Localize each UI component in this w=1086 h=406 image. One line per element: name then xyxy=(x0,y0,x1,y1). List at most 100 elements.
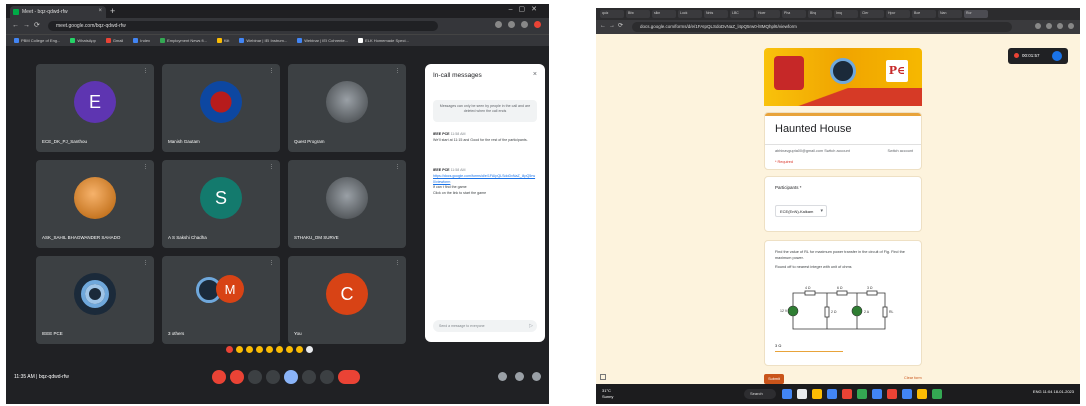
browser-tab[interactable]: quiz xyxy=(600,10,624,18)
app-icon[interactable] xyxy=(857,389,867,399)
bookmark-item[interactable]: ELK Homemade Speci... xyxy=(358,38,409,43)
more-options-icon[interactable]: ⋮ xyxy=(143,68,148,74)
form-link[interactable]: https://docs.google.com/forms/d/e/1FAIpQ… xyxy=(433,174,535,184)
profile-avatar-icon[interactable] xyxy=(534,21,541,28)
extensions-icon[interactable] xyxy=(1068,23,1074,29)
browser-tab[interactable]: Nan xyxy=(938,10,962,18)
people-icon[interactable] xyxy=(515,372,524,381)
more-options-icon[interactable] xyxy=(320,370,334,384)
new-tab-icon[interactable]: + xyxy=(110,6,115,16)
end-call-button[interactable] xyxy=(338,370,360,384)
submit-button[interactable]: Submit xyxy=(764,374,784,384)
browser-tab-active[interactable]: Ror xyxy=(964,10,988,18)
share-icon[interactable] xyxy=(495,21,502,28)
participants-select[interactable]: ECE(EnN)-Kalkam ▾ xyxy=(775,205,827,217)
participant-tile[interactable]: ⋮ IEEE PCE xyxy=(36,256,154,344)
thumbs-up-reaction-icon[interactable] xyxy=(236,346,243,353)
present-icon[interactable] xyxy=(284,370,298,384)
app-icon[interactable] xyxy=(902,389,912,399)
bookmark-item[interactable]: Webinar | IEI Cohrente... xyxy=(297,38,348,43)
file-explorer-icon[interactable] xyxy=(812,389,822,399)
participant-tile[interactable]: ⋮ C You xyxy=(288,256,406,344)
weather-widget[interactable]: 31°C Sunny xyxy=(602,388,613,399)
close-tab-icon[interactable]: × xyxy=(98,8,102,14)
browser-tab[interactable]: Hoer xyxy=(756,10,780,18)
app-icon[interactable] xyxy=(872,389,882,399)
browser-tab[interactable]: Hpcr xyxy=(886,10,910,18)
browser-tab[interactable]: Lock xyxy=(678,10,702,18)
bookmark-item[interactable]: Kiit xyxy=(216,38,229,43)
taskbar-search[interactable]: Search xyxy=(744,389,776,399)
url-input[interactable]: docs.google.com/forms/d/e/1FAIpQLSdoDvNa… xyxy=(632,22,1012,32)
surprised-reaction-icon[interactable] xyxy=(276,346,283,353)
browser-tab[interactable]: Pha xyxy=(782,10,806,18)
more-options-icon[interactable]: ⋮ xyxy=(143,164,148,170)
more-options-icon[interactable]: ⋮ xyxy=(269,260,274,266)
app-icon[interactable] xyxy=(932,389,942,399)
window-controls[interactable]: –▢✕ xyxy=(509,5,543,13)
browser-tab-meet[interactable]: Meet - bqz-qdwd-rfw × xyxy=(10,6,106,18)
bookmark-item[interactable]: PBM College of Eng... xyxy=(14,38,60,43)
more-options-icon[interactable]: ⋮ xyxy=(395,164,400,170)
edge-icon[interactable] xyxy=(827,389,837,399)
url-input[interactable]: meet.google.com/bqz-qdwd-rfw xyxy=(48,21,438,31)
browser-tab[interactable]: Imq xyxy=(834,10,858,18)
bookmark-item[interactable]: Index xyxy=(133,38,150,43)
chat-input[interactable]: Send a message to everyone ▷ xyxy=(433,320,537,332)
nav-buttons[interactable]: ←→⟳ xyxy=(12,21,44,29)
app-icon[interactable] xyxy=(887,389,897,399)
info-icon[interactable] xyxy=(498,372,507,381)
browser-tab[interactable]: Bhq xyxy=(808,10,832,18)
laugh-reaction-icon[interactable] xyxy=(266,346,273,353)
participant-tile[interactable]: ⋮ Manish Gautam xyxy=(162,64,280,152)
task-view-icon[interactable] xyxy=(797,389,807,399)
more-options-icon[interactable]: ⋮ xyxy=(395,260,400,266)
chrome-icon[interactable] xyxy=(842,389,852,399)
system-tray[interactable]: ENG 11:04 18-01-2023 xyxy=(1033,389,1074,394)
thumbs-down-reaction-icon[interactable] xyxy=(306,346,313,353)
app-icon[interactable] xyxy=(917,389,927,399)
participant-tile[interactable]: ⋮ Quest Program xyxy=(288,64,406,152)
participant-tile[interactable]: ⋮ S A S Sakshi Chadha xyxy=(162,160,280,248)
close-icon[interactable]: × xyxy=(533,71,537,78)
browser-tab[interactable]: Bfw xyxy=(626,10,650,18)
answer-input[interactable]: 3 Ω xyxy=(775,343,815,348)
participant-tile[interactable]: ⋮ E ECE_DK_PJ_Santhou xyxy=(36,64,154,152)
captions-icon[interactable] xyxy=(248,370,262,384)
zoom-icon[interactable] xyxy=(1035,23,1041,29)
more-options-icon[interactable]: ⋮ xyxy=(143,260,148,266)
nav-buttons[interactable]: ←→⟳ xyxy=(600,22,626,29)
bookmark-item[interactable]: Gmail xyxy=(105,38,123,43)
heart-reaction-icon[interactable] xyxy=(226,346,233,353)
participant-tile[interactable]: ⋮ M 3 others xyxy=(162,256,280,344)
participant-tile[interactable]: ⋮ ASK_SAHIL BHAGWANDER SAHADO xyxy=(36,160,154,248)
browser-tab[interactable]: Boe xyxy=(912,10,936,18)
more-options-icon[interactable]: ⋮ xyxy=(395,68,400,74)
more-options-icon[interactable]: ⋮ xyxy=(269,164,274,170)
browser-tab[interactable]: LBC xyxy=(730,10,754,18)
star-icon[interactable] xyxy=(508,21,515,28)
party-reaction-icon[interactable] xyxy=(246,346,253,353)
camera-off-icon[interactable] xyxy=(230,370,244,384)
raise-hand-icon[interactable] xyxy=(266,370,280,384)
browser-tab[interactable]: Nnts xyxy=(704,10,728,18)
bookmark-item[interactable]: Webinar | IEI Instrum... xyxy=(239,38,287,43)
participant-tile[interactable]: ⋮ STHAKU_OM SURVE xyxy=(288,160,406,248)
clap-reaction-icon[interactable] xyxy=(256,346,263,353)
more-options-icon[interactable]: ⋮ xyxy=(269,68,274,74)
thinking-reaction-icon[interactable] xyxy=(296,346,303,353)
cloud-icon[interactable]: Switch account xyxy=(887,149,913,153)
bookmark-item[interactable]: WhatsApp xyxy=(70,38,96,43)
star-icon[interactable] xyxy=(1057,23,1063,29)
apps-grid-icon[interactable] xyxy=(600,374,606,380)
share-icon[interactable] xyxy=(1046,23,1052,29)
browser-tab[interactable]: Cler xyxy=(860,10,884,18)
windows-start-icon[interactable] xyxy=(782,389,792,399)
extensions-icon[interactable] xyxy=(521,21,528,28)
stop-recording-button[interactable] xyxy=(1052,51,1062,61)
cry-reaction-icon[interactable] xyxy=(286,346,293,353)
mic-off-icon[interactable] xyxy=(212,370,226,384)
bookmark-item[interactable]: Employment News fi... xyxy=(160,38,207,43)
clear-form-link[interactable]: Clear form xyxy=(904,376,922,380)
reactions-icon[interactable] xyxy=(302,370,316,384)
